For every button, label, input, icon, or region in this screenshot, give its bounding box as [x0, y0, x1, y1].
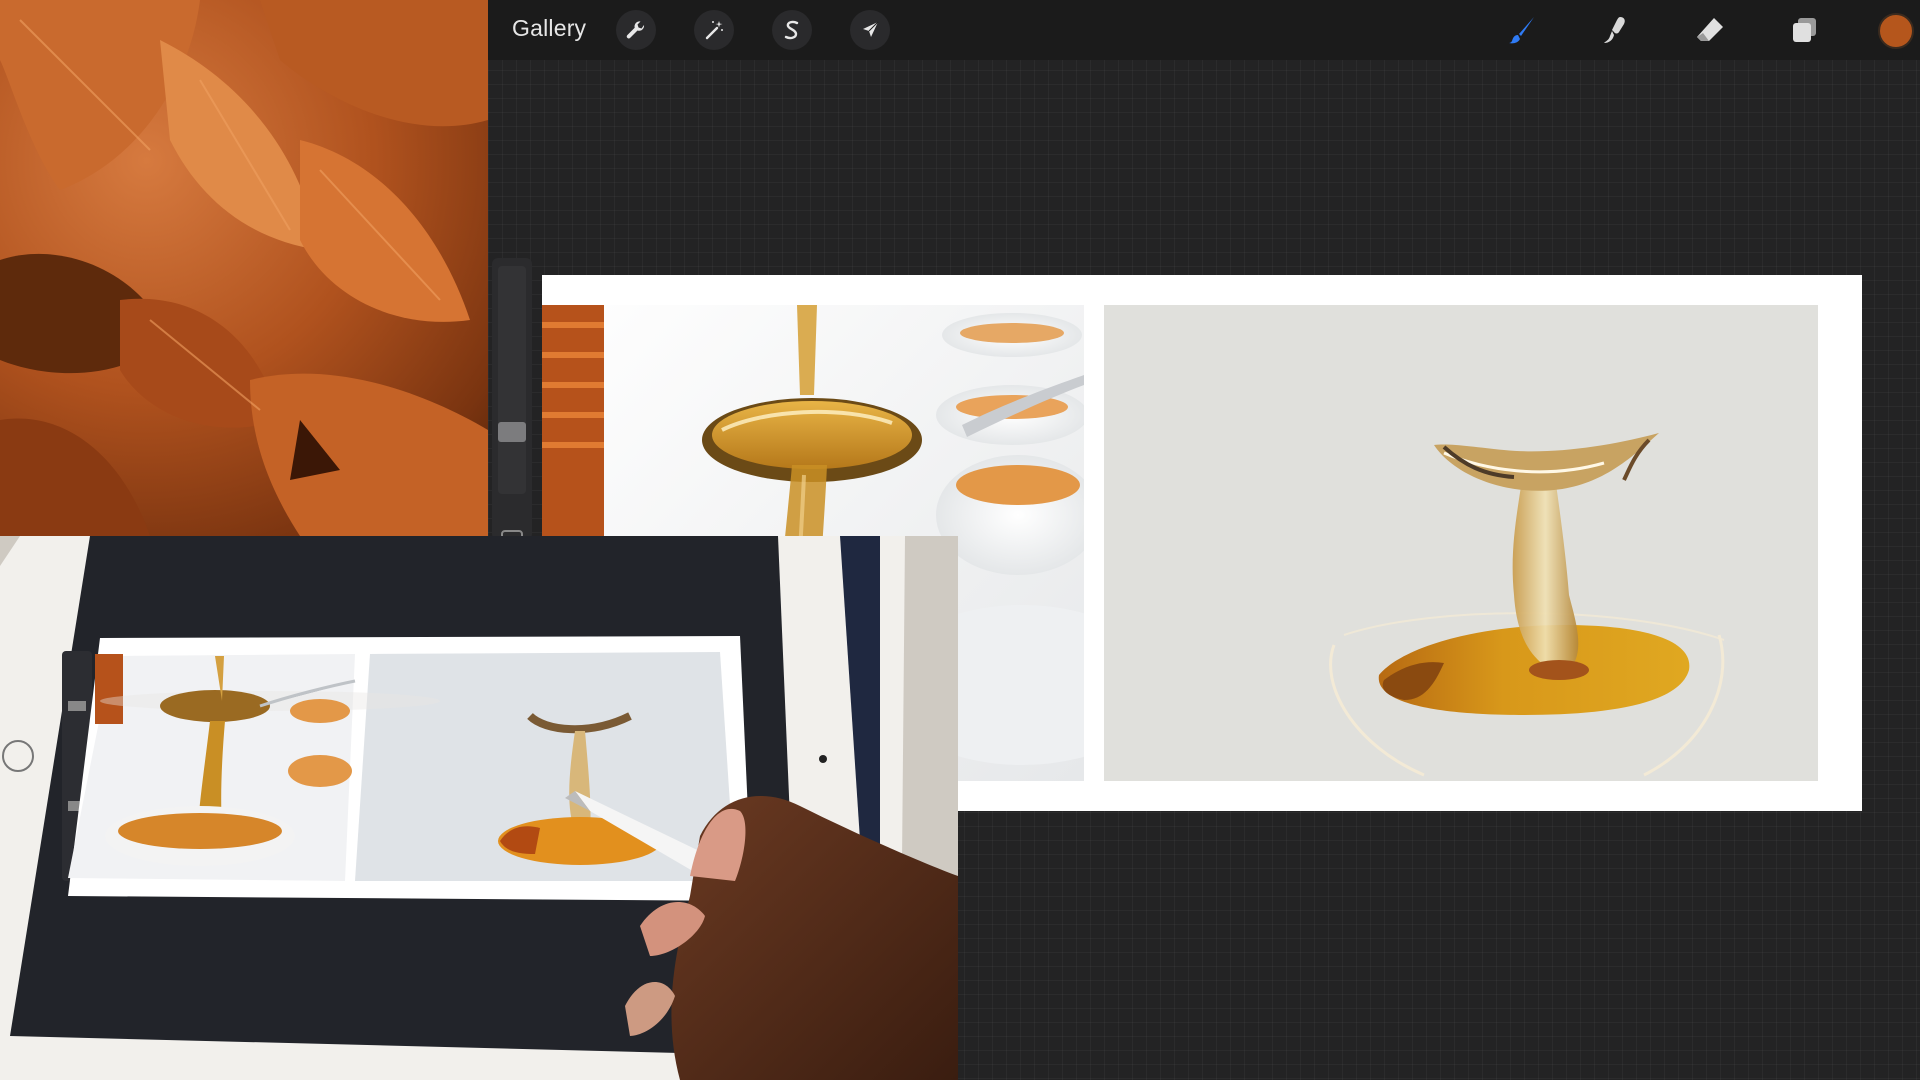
ipad-webcam-view	[0, 536, 958, 1080]
eraser-tool-button[interactable]	[1690, 10, 1730, 50]
smudge-tool-button[interactable]	[1596, 10, 1636, 50]
brush-size-thumb[interactable]	[498, 422, 526, 442]
smudge-icon	[1604, 17, 1625, 43]
honey-painting	[1104, 305, 1818, 781]
top-toolbar: Gallery	[488, 0, 1920, 60]
actions-button[interactable]	[616, 10, 656, 50]
selection-s-icon	[784, 20, 799, 40]
ipad-with-hand-photo	[0, 536, 958, 1080]
leaves-illustration	[0, 0, 488, 536]
layers-icon	[1793, 18, 1816, 42]
honey-drip-artwork	[1329, 433, 1725, 777]
color-picker-swatch[interactable]	[1878, 13, 1914, 49]
wrench-icon	[626, 21, 645, 39]
brush-sidebar	[492, 258, 532, 548]
gallery-button[interactable]: Gallery	[512, 15, 586, 42]
eraser-icon	[1697, 18, 1723, 41]
brush-icon	[1509, 17, 1534, 44]
selection-button[interactable]	[772, 10, 812, 50]
layers-tool-button[interactable]	[1784, 10, 1824, 50]
brush-size-slider[interactable]	[498, 266, 526, 494]
brush-tool-button[interactable]	[1502, 10, 1542, 50]
magic-wand-icon	[705, 21, 723, 40]
autumn-leaves-photo	[0, 0, 488, 536]
adjustments-button[interactable]	[694, 10, 734, 50]
transform-button[interactable]	[850, 10, 890, 50]
arrow-cursor-icon	[863, 21, 879, 37]
